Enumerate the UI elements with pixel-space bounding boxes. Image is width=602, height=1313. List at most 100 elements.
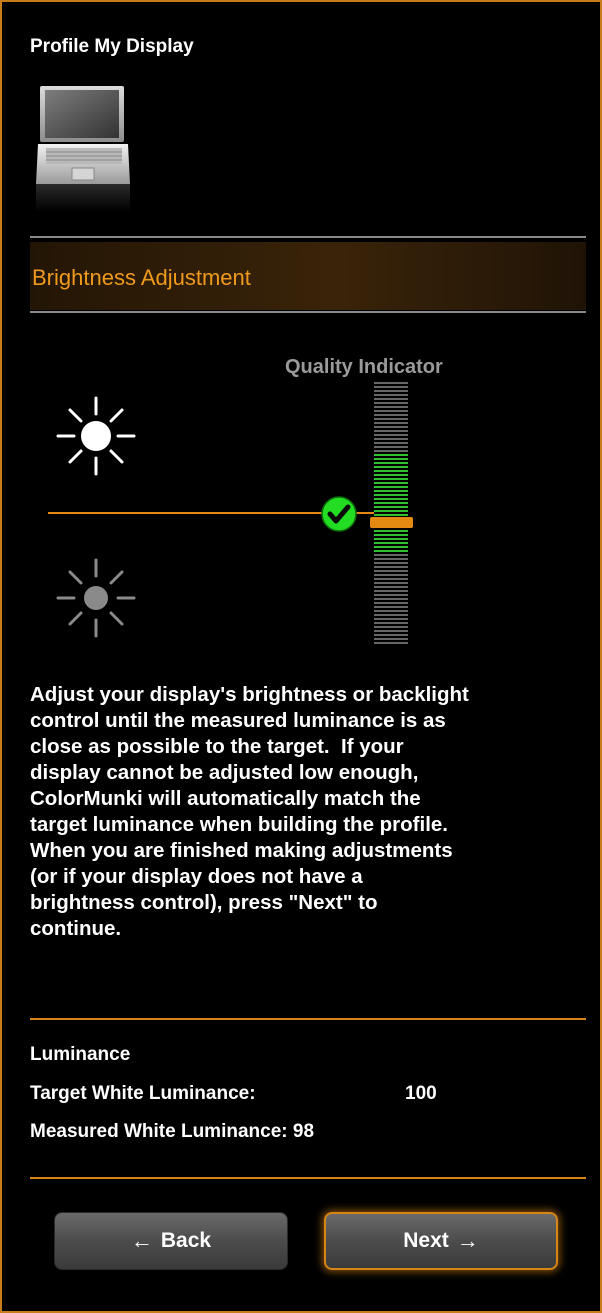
next-button[interactable]: Next →	[324, 1212, 558, 1270]
divider	[30, 1018, 586, 1020]
quality-tick-good	[374, 474, 408, 476]
instruction-line: close as possible to the target. If your	[30, 735, 404, 758]
quality-tick	[374, 634, 408, 636]
quality-tick	[374, 442, 408, 444]
quality-tick-good	[374, 494, 408, 496]
arrow-right-icon: →	[456, 1228, 479, 1253]
sun-bright-icon	[56, 396, 136, 476]
quality-tick-good	[374, 462, 408, 464]
app-window: Profile My Display Brightness Adjustment…	[0, 0, 602, 1313]
instruction-line: brightness control), press "Next" to	[30, 891, 378, 914]
next-button-label: Next	[403, 1229, 449, 1252]
quality-tick-good	[374, 538, 408, 540]
sun-dim-icon	[56, 558, 136, 638]
target-luminance-label: Target White Luminance:	[30, 1083, 256, 1104]
check-icon	[321, 496, 357, 532]
quality-tick	[374, 414, 408, 416]
quality-tick	[374, 586, 408, 588]
quality-tick	[374, 638, 408, 640]
quality-tick	[374, 398, 408, 400]
quality-tick	[374, 430, 408, 432]
measured-luminance-label: Measured White Luminance: 98	[30, 1121, 314, 1143]
laptop-icon	[36, 86, 130, 212]
quality-tick	[374, 574, 408, 576]
quality-tick	[374, 602, 408, 604]
quality-tick-good	[374, 534, 408, 536]
quality-tick	[374, 558, 408, 560]
quality-tick	[374, 434, 408, 436]
quality-tick-good	[374, 486, 408, 488]
divider	[30, 236, 586, 238]
quality-tick	[374, 450, 408, 452]
quality-tick	[374, 418, 408, 420]
quality-tick	[374, 446, 408, 448]
quality-tick	[374, 406, 408, 408]
instruction-line: target luminance when building the profi…	[30, 813, 448, 836]
instruction-line: continue.	[30, 917, 122, 940]
quality-tick	[374, 626, 408, 628]
quality-tick-good	[374, 470, 408, 472]
quality-tick	[374, 598, 408, 600]
quality-tick	[374, 382, 408, 384]
quality-tick-good	[374, 506, 408, 508]
quality-tick	[374, 582, 408, 584]
quality-tick	[374, 606, 408, 608]
quality-tick-good	[374, 466, 408, 468]
instruction-line: ColorMunki will automatically match the	[30, 787, 421, 810]
divider	[30, 311, 586, 313]
quality-tick	[374, 622, 408, 624]
quality-indicator-scale	[372, 382, 410, 644]
quality-tick-good	[374, 478, 408, 480]
quality-tick-good	[374, 530, 408, 532]
quality-tick	[374, 386, 408, 388]
section-title: Brightness Adjustment	[32, 265, 251, 290]
quality-tick	[374, 610, 408, 612]
quality-tick	[374, 614, 408, 616]
quality-tick-good	[374, 502, 408, 504]
measured-luminance-value: 98	[292, 1121, 315, 1142]
target-luminance-value: 100	[405, 1083, 437, 1104]
instruction-line: control until the measured luminance is …	[30, 709, 446, 732]
quality-tick	[374, 642, 408, 644]
quality-indicator-label: Quality Indicator	[285, 356, 443, 378]
quality-tick-good	[374, 542, 408, 544]
quality-tick	[374, 554, 408, 556]
quality-tick	[374, 570, 408, 572]
quality-tick	[374, 562, 408, 564]
quality-tick-good	[374, 490, 408, 492]
quality-tick	[374, 410, 408, 412]
quality-tick-good	[374, 510, 408, 512]
arrow-left-icon: ←	[130, 1228, 153, 1253]
measured-luminance-label-text: Measured White Luminance:	[30, 1121, 288, 1142]
luminance-heading: Luminance	[30, 1044, 131, 1065]
back-button[interactable]: ← Back	[54, 1212, 288, 1270]
quality-tick	[374, 390, 408, 392]
quality-tick	[374, 426, 408, 428]
instructions-text: Adjust your display's brightness or back…	[30, 682, 590, 942]
quality-tick-good	[374, 458, 408, 460]
back-button-label: Back	[160, 1229, 212, 1252]
quality-tick	[374, 594, 408, 596]
quality-tick	[374, 590, 408, 592]
quality-tick-good	[374, 498, 408, 500]
quality-tick	[374, 394, 408, 396]
quality-tick-good	[374, 546, 408, 548]
quality-tick-good	[374, 550, 408, 552]
quality-tick-good	[374, 454, 408, 456]
instruction-line: Adjust your display's brightness or back…	[30, 683, 469, 706]
instruction-line: When you are finished making adjustments	[30, 839, 453, 862]
quality-tick	[374, 566, 408, 568]
page-title: Profile My Display	[30, 36, 194, 57]
quality-tick	[374, 422, 408, 424]
quality-tick	[374, 438, 408, 440]
quality-indicator-marker	[370, 517, 413, 528]
quality-tick-good	[374, 482, 408, 484]
quality-tick	[374, 402, 408, 404]
instruction-line: display cannot be adjusted low enough,	[30, 761, 419, 784]
quality-tick-good	[374, 514, 408, 516]
quality-tick	[374, 578, 408, 580]
instruction-line: (or if your display does not have a	[30, 865, 363, 888]
quality-tick	[374, 630, 408, 632]
divider	[30, 1177, 586, 1179]
quality-tick	[374, 618, 408, 620]
